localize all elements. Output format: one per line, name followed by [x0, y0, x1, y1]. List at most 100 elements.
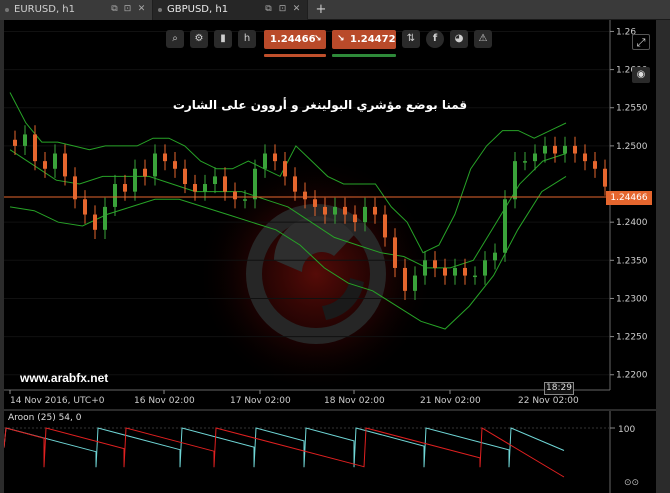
price-chart-canvas[interactable]: 1.261.26001.25501.25001.24001.23501.2300…: [4, 20, 656, 408]
time-tick-label: 18 Nov 02:00: [324, 396, 385, 406]
candle-body: [323, 206, 327, 215]
candle-body: [83, 199, 87, 215]
drawing-icon[interactable]: ◕: [450, 30, 468, 48]
aroon-label: Aroon (25) 54, 0: [8, 413, 82, 423]
panel-menu-icon[interactable]: ⊙⊙: [624, 478, 646, 488]
buy-arrow-icon: ↘: [337, 34, 345, 44]
time-tick-label: 22 Nov 02:00: [518, 396, 579, 406]
candle-body: [523, 161, 527, 163]
buy-underline: [332, 54, 396, 57]
candle-body: [403, 267, 407, 291]
candle-body: [13, 139, 17, 146]
candle-body: [433, 260, 437, 268]
tab-label: EURUSD, h1: [14, 4, 76, 15]
candle-body: [543, 145, 547, 154]
candle-body: [413, 275, 417, 291]
candle-body: [333, 206, 337, 215]
buy-price: 1.24472: [350, 34, 396, 45]
trading-app: EURUSD, h1 ⧉ ⊡ ✕ GBPUSD, h1 ⧉ ⊡ ✕ + 1.26…: [0, 0, 670, 493]
pin-tab-icon[interactable]: ⊡: [123, 5, 132, 14]
close-tab-icon[interactable]: ✕: [292, 5, 301, 14]
candle-body: [513, 161, 517, 200]
aroon-canvas[interactable]: 100: [3, 411, 656, 493]
candle-body: [603, 168, 607, 187]
candle-body: [23, 134, 27, 146]
candle-body: [593, 161, 597, 169]
candle-body: [73, 176, 77, 200]
candle-body: [103, 206, 107, 230]
sell-underline: [264, 54, 326, 57]
candle-body: [233, 191, 237, 200]
price-tick-label: 1.2350: [616, 256, 648, 266]
candle-body: [463, 267, 467, 276]
candlestick-icon[interactable]: ▮: [214, 30, 232, 48]
buy-button[interactable]: ↘ 1.24472: [332, 30, 396, 49]
right-scroll-strip[interactable]: [656, 20, 670, 493]
alert-icon[interactable]: ⚠: [474, 30, 492, 48]
candle-body: [113, 184, 117, 207]
time-axis: 14 Nov 2016, UTC+0 16 Nov 02:00 17 Nov 02:…: [9, 390, 579, 406]
price-tick-label: 1.2550: [616, 104, 648, 114]
tab-bar: EURUSD, h1 ⧉ ⊡ ✕ GBPUSD, h1 ⧉ ⊡ ✕ +: [0, 0, 670, 20]
candle-body: [373, 206, 377, 215]
candle-body: [203, 184, 207, 192]
price-tick-label: 1.2200: [616, 371, 648, 381]
candle-body: [453, 267, 457, 276]
pin-tab-icon[interactable]: ⊡: [278, 5, 287, 14]
maximize-icon[interactable]: ⤢: [632, 34, 650, 50]
candle-body: [573, 145, 577, 154]
price-tick-label: 1.2300: [616, 294, 648, 304]
crosshair-time-tag: 18:29: [544, 382, 574, 395]
timeframe-label: h: [243, 33, 251, 44]
candle-body: [483, 260, 487, 276]
add-tab-button[interactable]: +: [314, 0, 328, 20]
candle-body: [313, 199, 317, 207]
candle-body: [153, 153, 157, 177]
tab-gbpusd[interactable]: GBPUSD, h1 ⧉ ⊡ ✕: [153, 0, 308, 20]
candle-body: [93, 214, 97, 230]
candle-body: [293, 176, 297, 192]
candle-body: [563, 145, 567, 154]
candle-body: [123, 184, 127, 192]
candle-body: [393, 237, 397, 268]
timeframe-icon[interactable]: h: [238, 30, 256, 48]
sell-arrow-icon: ↘: [314, 34, 322, 44]
close-tab-icon[interactable]: ✕: [137, 5, 146, 14]
candle-body: [353, 214, 357, 223]
candle-body: [213, 176, 217, 185]
price-chart[interactable]: 1.261.26001.25501.25001.24001.23501.2300…: [0, 20, 656, 408]
annotation-title: قمنا بوضع مؤشري البولينغر و أروون على ال…: [172, 98, 468, 112]
tab-status-dot: [158, 8, 162, 12]
tab-status-dot: [5, 8, 9, 12]
candle-body: [383, 214, 387, 238]
candle-body: [473, 275, 477, 278]
tab-eurusd[interactable]: EURUSD, h1 ⧉ ⊡ ✕: [0, 0, 153, 20]
detach-tab-icon[interactable]: ⧉: [264, 5, 273, 14]
camera-icon[interactable]: ◉: [632, 67, 650, 83]
candle-body: [443, 267, 447, 276]
candle-body: [173, 161, 177, 169]
facebook-icon[interactable]: f: [426, 30, 444, 48]
candle-body: [243, 199, 247, 201]
candle-body: [493, 252, 497, 261]
candle-body: [363, 206, 367, 223]
chart-settings-icon[interactable]: ⚙: [190, 30, 208, 48]
zoom-in-icon[interactable]: ⌕: [166, 30, 184, 48]
candle-body: [33, 134, 37, 162]
candle-body: [223, 176, 227, 192]
detach-tab-icon[interactable]: ⧉: [110, 5, 119, 14]
aroon-panel[interactable]: 100: [3, 409, 656, 493]
candle-body: [63, 153, 67, 177]
candle-body: [503, 199, 507, 253]
candle-body: [273, 153, 277, 162]
sell-price: 1.24466: [270, 34, 316, 45]
candle-body: [193, 184, 197, 192]
time-tick-label: 17 Nov 02:00: [230, 396, 291, 406]
trade-icon[interactable]: ⇅: [402, 30, 420, 48]
candle-body: [43, 161, 47, 169]
candle-body: [343, 206, 347, 215]
candle-body: [283, 161, 287, 177]
candle-body: [143, 168, 147, 177]
candle-body: [303, 191, 307, 200]
sell-button[interactable]: 1.24466 ↘: [264, 30, 326, 49]
